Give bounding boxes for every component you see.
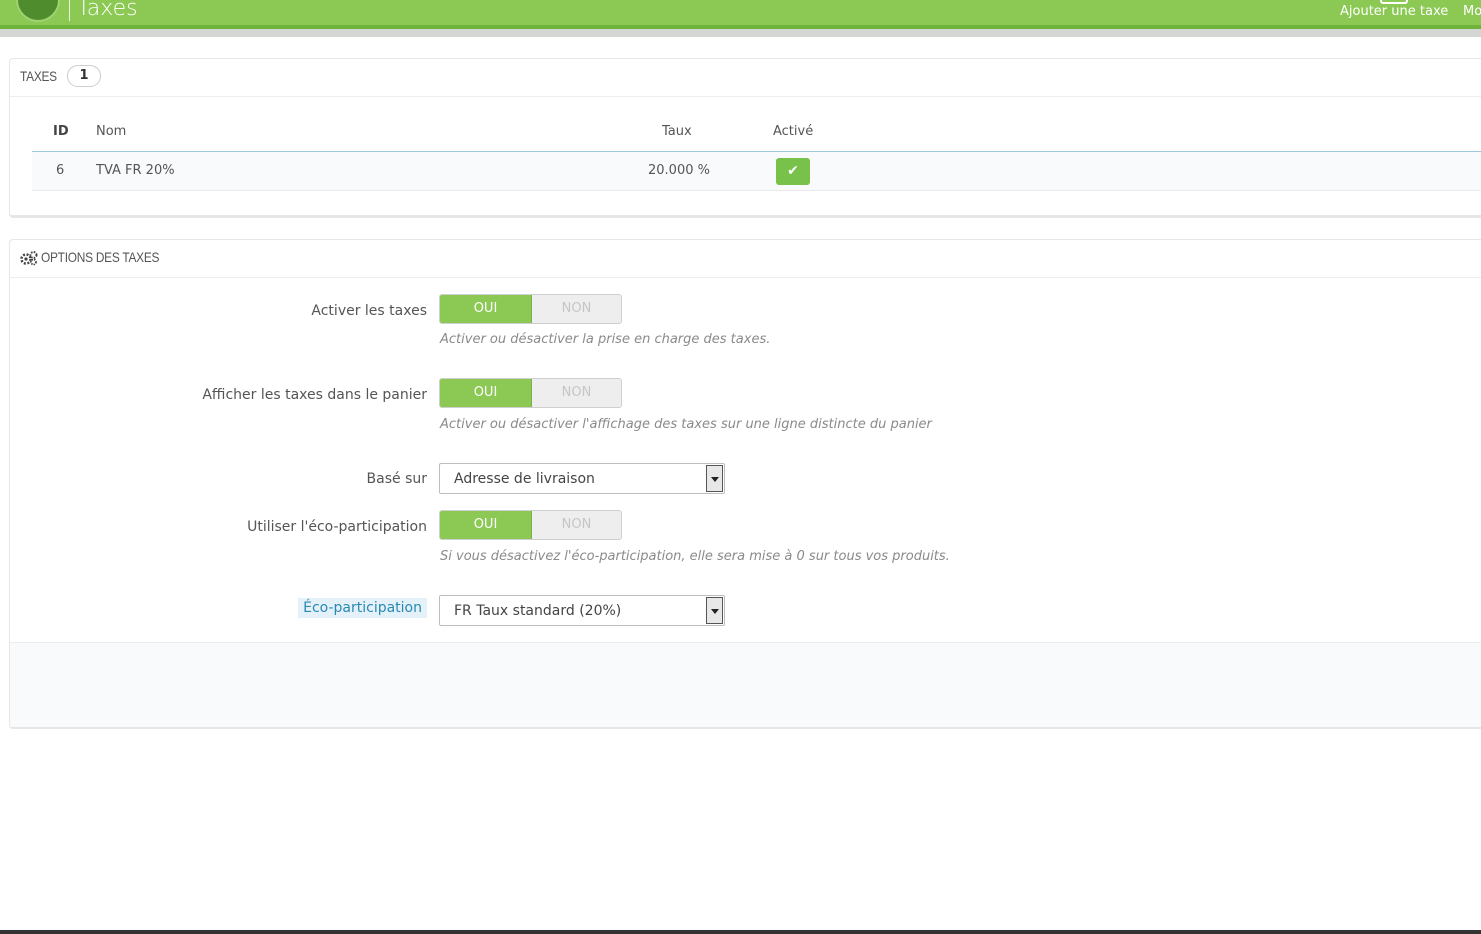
panel-heading: TAXES 1 bbox=[10, 59, 1481, 97]
use-ecotax-help: Si vous désactivez l'éco-participation, … bbox=[440, 549, 950, 564]
switch-no-option[interactable]: NON bbox=[532, 379, 621, 407]
table-row[interactable] bbox=[32, 152, 1481, 191]
panel-heading-title: TAXES bbox=[20, 68, 57, 84]
tax-rate-cell: 20.000 % bbox=[648, 163, 710, 178]
switch-no-option[interactable]: NON bbox=[532, 511, 621, 539]
taxes-list-panel: TAXES 1 bbox=[9, 58, 1481, 218]
enable-taxes-switch[interactable]: OUI NON bbox=[439, 294, 622, 324]
display-tax-in-cart-help: Activer ou désactiver l'affichage des ta… bbox=[440, 417, 932, 432]
check-icon: ✔ bbox=[787, 163, 799, 179]
top-header-bar: Taxes Ajouter une taxe Mo bbox=[0, 0, 1481, 25]
based-on-selected-value: Adresse de livraison bbox=[454, 471, 595, 487]
column-header-active[interactable]: Activé bbox=[773, 124, 813, 139]
switch-yes-option[interactable]: OUI bbox=[440, 379, 532, 407]
active-status-toggle[interactable]: ✔ bbox=[776, 158, 810, 185]
based-on-label: Basé sur bbox=[366, 471, 427, 487]
column-header-name[interactable]: Nom bbox=[96, 124, 126, 139]
logo-icon[interactable] bbox=[16, 0, 60, 22]
tax-id-cell: 6 bbox=[56, 163, 65, 178]
ecotax-label[interactable]: Éco-participation bbox=[298, 598, 427, 618]
use-ecotax-label: Utiliser l'éco-participation bbox=[247, 519, 427, 535]
chevron-down-icon[interactable] bbox=[706, 465, 723, 492]
based-on-select[interactable]: Adresse de livraison bbox=[439, 463, 725, 494]
switch-no-option[interactable]: NON bbox=[532, 295, 621, 323]
panel-footer bbox=[10, 642, 1481, 727]
tax-name-cell: TVA FR 20% bbox=[96, 163, 175, 178]
chevron-down-icon[interactable] bbox=[706, 597, 723, 624]
page-title: Taxes bbox=[77, 0, 138, 21]
title-separator bbox=[69, 0, 70, 21]
switch-yes-option[interactable]: OUI bbox=[440, 295, 532, 323]
cogs-icon bbox=[20, 250, 38, 266]
window-bottom-border bbox=[0, 930, 1481, 934]
display-tax-in-cart-label: Afficher les taxes dans le panier bbox=[202, 387, 427, 403]
panel-heading-title: OPTIONS DES TAXES bbox=[41, 249, 160, 265]
add-tax-button[interactable]: Ajouter une taxe bbox=[1340, 4, 1448, 19]
count-badge: 1 bbox=[67, 65, 101, 87]
tax-options-panel: OPTIONS DES TAXES bbox=[9, 239, 1481, 729]
enable-taxes-help: Activer ou désactiver la prise en charge… bbox=[440, 332, 771, 347]
more-toolbar-button[interactable]: Mo bbox=[1463, 4, 1481, 19]
column-header-id[interactable]: ID bbox=[53, 124, 69, 139]
ecotax-select[interactable]: FR Taux standard (20%) bbox=[439, 595, 725, 626]
column-header-rate[interactable]: Taux bbox=[662, 124, 692, 139]
display-tax-in-cart-switch[interactable]: OUI NON bbox=[439, 378, 622, 408]
ecotax-label-text[interactable]: Éco-participation bbox=[298, 598, 427, 618]
enable-taxes-label: Activer les taxes bbox=[311, 303, 427, 319]
panel-heading: OPTIONS DES TAXES bbox=[10, 240, 1481, 278]
use-ecotax-switch[interactable]: OUI NON bbox=[439, 510, 622, 540]
switch-yes-option[interactable]: OUI bbox=[440, 511, 532, 539]
header-shadow bbox=[0, 29, 1481, 37]
ecotax-selected-value: FR Taux standard (20%) bbox=[454, 603, 622, 619]
